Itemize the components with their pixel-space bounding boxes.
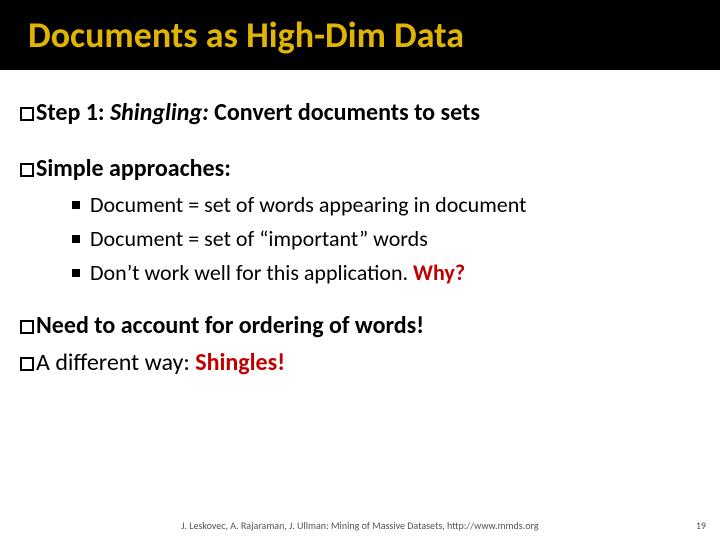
need-text: Need to account for ordering of words! bbox=[36, 311, 424, 340]
shingling-word: Shingling: bbox=[110, 98, 209, 127]
step-line: Step 1: Shingling: Convert documents to … bbox=[20, 96, 720, 130]
list-item: Don’t work well for this application. Wh… bbox=[72, 257, 720, 289]
square-bullet-icon bbox=[20, 320, 34, 334]
footer-citation: J. Leskovec, A. Rajaraman, J. Ullman: Mi… bbox=[0, 519, 720, 532]
approaches-list: Document = set of words appearing in doc… bbox=[72, 189, 720, 289]
alt-lead: A different way: bbox=[36, 348, 195, 377]
list-item-text: Don’t work well for this application. bbox=[90, 259, 408, 286]
alt-line: A different way: Shingles! bbox=[20, 346, 720, 380]
step-label: Step 1: bbox=[36, 98, 110, 127]
approaches-line: Simple approaches: bbox=[20, 152, 720, 186]
need-line: Need to account for ordering of words! bbox=[20, 309, 720, 343]
title-bar: Documents as High-Dim Data bbox=[0, 0, 720, 70]
page-number: 19 bbox=[696, 519, 706, 532]
list-item: Document = set of words appearing in doc… bbox=[72, 189, 720, 221]
step-rest: Convert documents to sets bbox=[209, 98, 480, 127]
square-bullet-icon bbox=[20, 163, 34, 177]
why-text: Why? bbox=[408, 259, 465, 286]
approaches-label: Simple approaches: bbox=[36, 154, 231, 183]
shingles-word: Shingles! bbox=[195, 348, 285, 377]
list-item: Document = set of “important” words bbox=[72, 223, 720, 255]
square-bullet-icon bbox=[20, 357, 34, 371]
slide-body: Step 1: Shingling: Convert documents to … bbox=[0, 70, 720, 380]
square-bullet-icon bbox=[20, 107, 34, 121]
slide-title: Documents as High-Dim Data bbox=[28, 13, 464, 57]
